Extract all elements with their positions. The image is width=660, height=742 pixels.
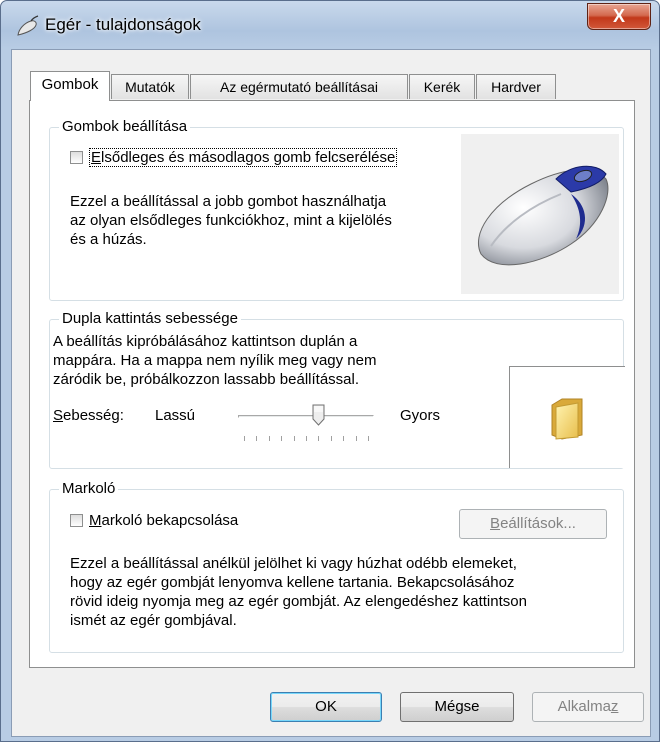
button-configuration-description: Ezzel a beállítással a jobb gombot haszn…: [70, 192, 392, 249]
window-title: Egér - tulajdonságok: [45, 15, 201, 34]
double-click-test-area[interactable]: [509, 366, 625, 468]
slider-tick: [256, 436, 258, 441]
double-click-description-line: A beállítás kipróbálásához kattintson du…: [53, 333, 358, 350]
group-title-clicklock: Markoló: [59, 480, 119, 497]
group-title-button-configuration: Gombok beállítása: [59, 118, 191, 135]
fast-label: Gyors: [400, 407, 441, 424]
clicklock-group: Markoló Markoló bekapcsolása Beállítások…: [49, 480, 624, 653]
switch-buttons-label: Elsődleges és másodlagos gomb felcserélé…: [89, 148, 398, 167]
switch-buttons-accesskey: E: [91, 149, 102, 166]
clicklock-label-rest: arkoló bekapcsolása: [101, 512, 239, 529]
slider-tick: [318, 436, 320, 441]
tab-buttons[interactable]: Gombok: [30, 71, 110, 101]
tab-wheel[interactable]: Kerék: [409, 74, 475, 99]
slider-tick: [293, 436, 295, 441]
cancel-button[interactable]: Mégse: [400, 692, 514, 722]
double-click-description: A beállítás kipróbálásához kattintson du…: [53, 332, 377, 389]
mouse-illustration: [461, 134, 619, 294]
speed-label: Sebesség:: [53, 406, 124, 425]
close-icon: X: [612, 6, 625, 26]
slider-tick: [368, 436, 369, 441]
clicklock-checkbox[interactable]: [70, 514, 83, 527]
settings-accesskey: B: [490, 515, 501, 532]
button-description-line: és a húzás.: [70, 231, 147, 248]
clicklock-description-line: Ezzel a beállítással anélkül jelölhet ki…: [70, 555, 517, 572]
close-button[interactable]: X: [587, 3, 651, 30]
tab-hardware-label: Hardver: [491, 79, 541, 95]
settings-button-label: eállítások...: [500, 515, 576, 532]
tab-pointers-label: Mutatók: [125, 79, 175, 95]
apply-label: Alkalma: [557, 698, 611, 715]
dialog-client-area: Gombok Mutatók Az egérmutató beállításai…: [11, 49, 651, 737]
speed-slider-thumb[interactable]: [312, 404, 325, 426]
tab-buttons-label: Gombok: [41, 76, 99, 93]
title-bar[interactable]: Egér - tulajdonságok X: [1, 1, 659, 49]
clicklock-description: Ezzel a beállítással anélkül jelölhet ki…: [70, 554, 527, 630]
slider-tick: [330, 436, 332, 441]
mouse-icon: [17, 15, 39, 36]
buttons-tab-panel: Gombok beállítása Elsődleges és másodlag…: [29, 100, 635, 668]
clicklock-label: Markoló bekapcsolása: [89, 512, 238, 529]
slider-tick: [244, 436, 245, 441]
clicklock-accesskey: M: [89, 512, 102, 529]
switch-buttons-row[interactable]: Elsődleges és másodlagos gomb felcserélé…: [70, 148, 398, 167]
double-click-description-line: mappára. Ha a mappa nem nyílik meg vagy …: [53, 352, 377, 369]
slider-tick: [281, 436, 283, 441]
button-configuration-group: Gombok beállítása Elsődleges és másodlag…: [49, 118, 624, 301]
mouse-image: [477, 165, 609, 266]
button-description-line: az olyan elsődleges funkciókhoz, mint a …: [70, 212, 392, 229]
mouse-properties-window: Egér - tulajdonságok X Gombok Mutatók Az…: [0, 0, 660, 742]
double-click-speed-group: Dupla kattintás sebessége A beállítás ki…: [49, 310, 625, 469]
button-description-line: Ezzel a beállítással a jobb gombot haszn…: [70, 193, 387, 210]
ok-button[interactable]: OK: [270, 692, 382, 722]
group-title-double-click-speed: Dupla kattintás sebessége: [59, 310, 241, 327]
switch-buttons-label-rest: lsődleges és másodlagos gomb felcserélés…: [101, 149, 396, 166]
folder-icon[interactable]: [548, 395, 588, 441]
slider-tick: [343, 436, 345, 441]
tab-pointer-options-label: Az egérmutató beállításai: [220, 79, 378, 95]
clicklock-description-line: ismét az egér gombjával.: [70, 612, 237, 629]
tab-pointers[interactable]: Mutatók: [111, 74, 189, 99]
tab-pointer-options[interactable]: Az egérmutató beállításai: [190, 74, 408, 99]
tab-hardware[interactable]: Hardver: [476, 74, 556, 99]
switch-buttons-checkbox[interactable]: [70, 151, 83, 164]
apply-button[interactable]: Alkalmaz: [532, 692, 644, 722]
speed-slider-ticks: [244, 436, 369, 442]
clicklock-description-line: rövid ideig nyomja meg az egér gombját. …: [70, 593, 527, 610]
slider-tick: [268, 436, 270, 441]
speed-accesskey: S: [53, 407, 64, 424]
clicklock-settings-button[interactable]: Beállítások...: [459, 509, 607, 539]
slider-tick: [355, 436, 357, 441]
double-click-description-line: záródik be, próbálkozzon lassabb beállít…: [53, 371, 360, 388]
tab-wheel-label: Kerék: [423, 79, 461, 95]
slider-tick: [306, 436, 307, 441]
apply-accesskey: z: [610, 698, 619, 715]
speed-slider-track[interactable]: [238, 415, 374, 418]
slow-label: Lassú: [155, 407, 196, 424]
clicklock-description-line: hogy az egér gombját lenyomva kellene ta…: [70, 574, 515, 591]
speed-label-rest: ebesség:: [63, 407, 124, 424]
clicklock-row[interactable]: Markoló bekapcsolása: [70, 512, 238, 529]
